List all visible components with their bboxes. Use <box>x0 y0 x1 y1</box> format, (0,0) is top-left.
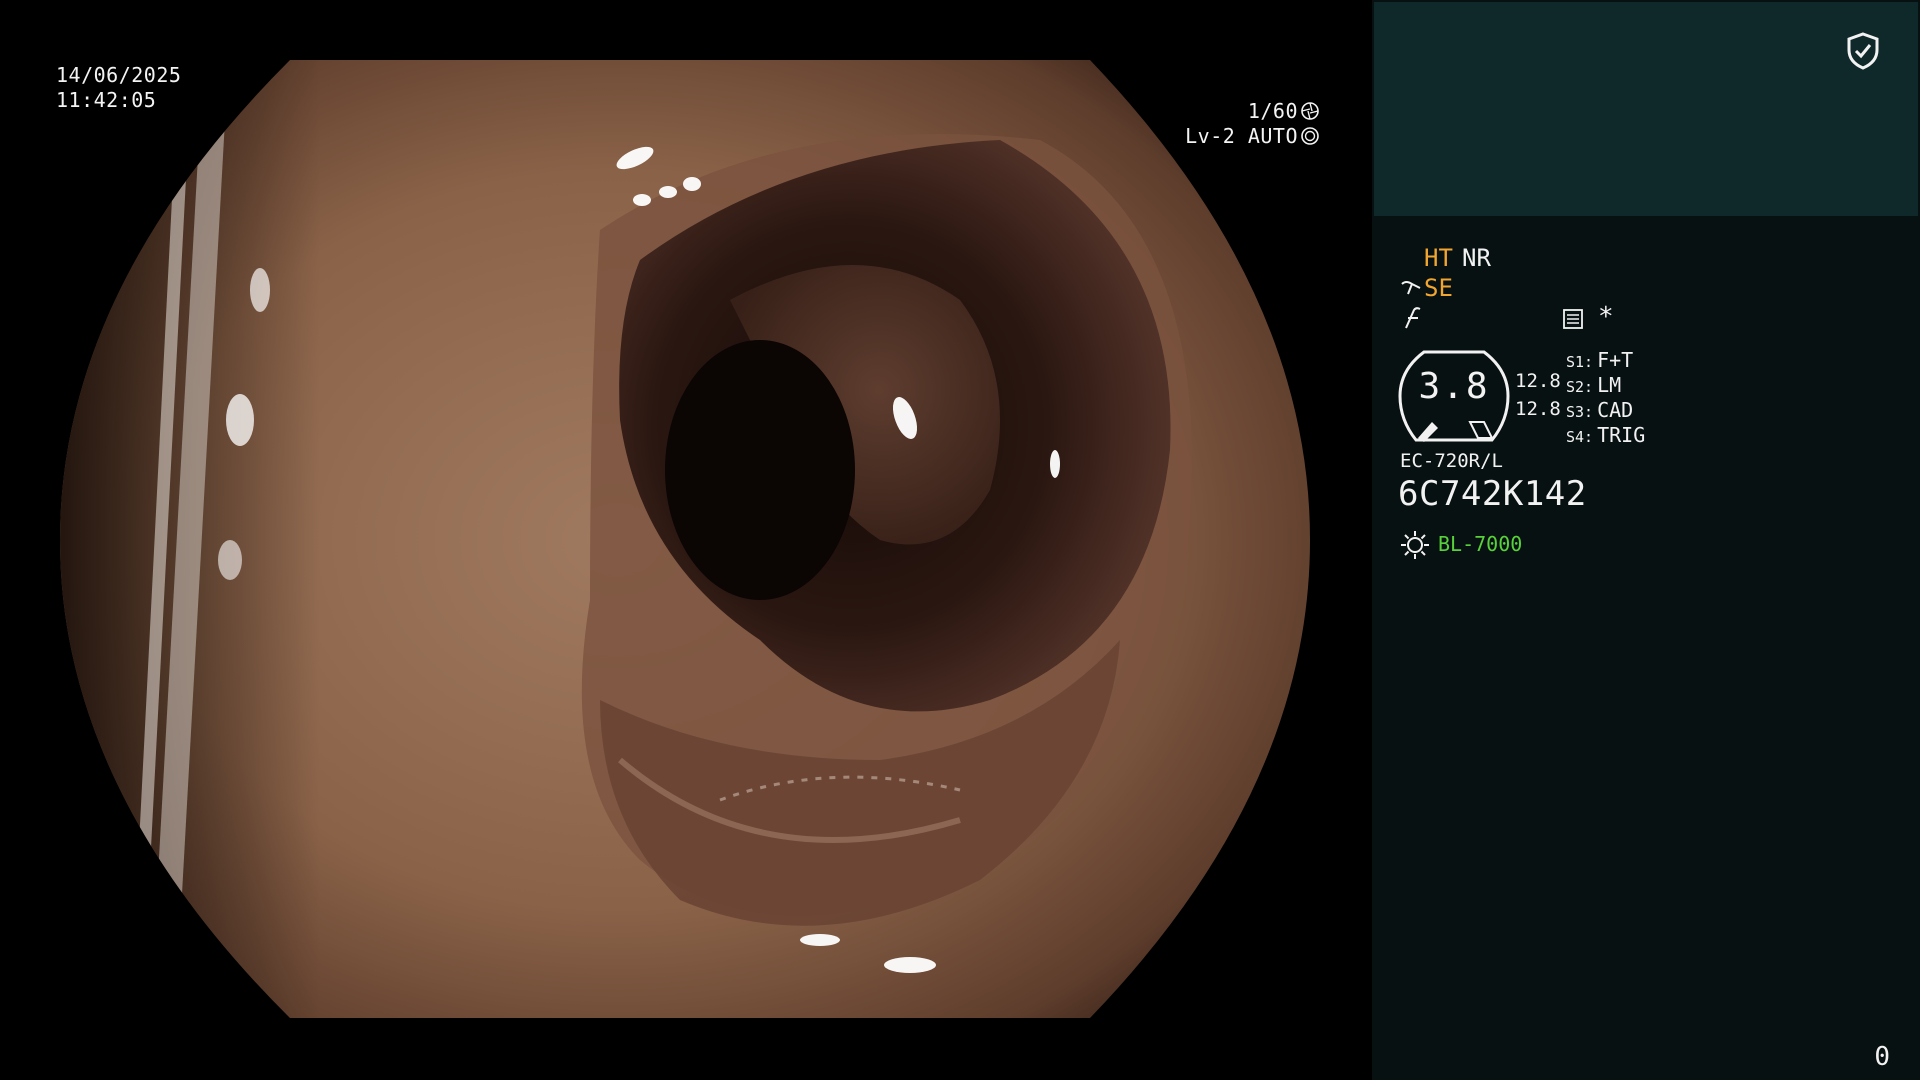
asterisk-indicator: * <box>1598 302 1614 332</box>
gauge-reading-2: 12.8 <box>1515 398 1561 420</box>
switch-s4: S4: TRIG <box>1566 423 1645 447</box>
endoscopic-image <box>60 60 1310 1018</box>
switch-s4-key: S4: <box>1566 428 1594 446</box>
switch-s3: S3: CAD <box>1566 398 1633 422</box>
menu-list-icon <box>1563 309 1583 329</box>
panel-header <box>1374 2 1918 216</box>
shutter-speed-label: 1/60 <box>1247 99 1298 123</box>
scope-model-label: EC-720R/L <box>1400 450 1503 472</box>
panel-body: HT NR SE * 3.8 12.8 12.8 S1: F+T S2: LM S <box>1372 216 1920 1080</box>
switch-s4-value: TRIG <box>1597 423 1646 447</box>
gauge-reading-1: 12.8 <box>1515 370 1561 392</box>
switch-s1-value: F+T <box>1597 348 1634 372</box>
frame-counter: 0 <box>1874 1042 1890 1072</box>
datetime-display: 14/06/2025 11:42:05 <box>56 63 181 113</box>
aperture-icon <box>1301 102 1319 120</box>
endoscope-view: 14/06/2025 11:42:05 1/60 Lv-2 AUTO <box>0 0 1372 1080</box>
switch-s2: S2: LM <box>1566 373 1621 397</box>
info-panel: HT NR SE * 3.8 12.8 12.8 S1: F+T S2: LM S <box>1372 0 1920 1080</box>
switch-s2-key: S2: <box>1566 378 1594 396</box>
shield-check-icon <box>1847 32 1879 70</box>
se-mode-label: SE <box>1424 274 1453 302</box>
switch-s1: S1: F+T <box>1566 348 1633 372</box>
light-source-label: BL-7000 <box>1438 532 1523 556</box>
ht-mode-label: HT <box>1424 244 1453 272</box>
exposure-settings: 1/60 Lv-2 AUTO <box>1185 99 1320 149</box>
scope-serial-number: 6C742K142 <box>1398 474 1587 514</box>
switch-s3-key: S3: <box>1566 403 1594 421</box>
date-label: 14/06/2025 <box>56 63 182 87</box>
iris-icon <box>1301 127 1319 145</box>
switch-s1-key: S1: <box>1566 353 1594 371</box>
nr-mode-label: NR <box>1462 244 1491 272</box>
level-auto-label: Lv-2 AUTO <box>1185 124 1298 148</box>
switch-s3-value: CAD <box>1597 398 1634 422</box>
gauge-value: 3.8 <box>1418 366 1490 407</box>
scope-enhance-icon <box>1401 281 1421 295</box>
sun-light-icon <box>1401 531 1429 559</box>
freeze-icon <box>1405 307 1421 329</box>
switch-s2-value: LM <box>1597 373 1622 397</box>
time-label: 11:42:05 <box>56 88 157 112</box>
